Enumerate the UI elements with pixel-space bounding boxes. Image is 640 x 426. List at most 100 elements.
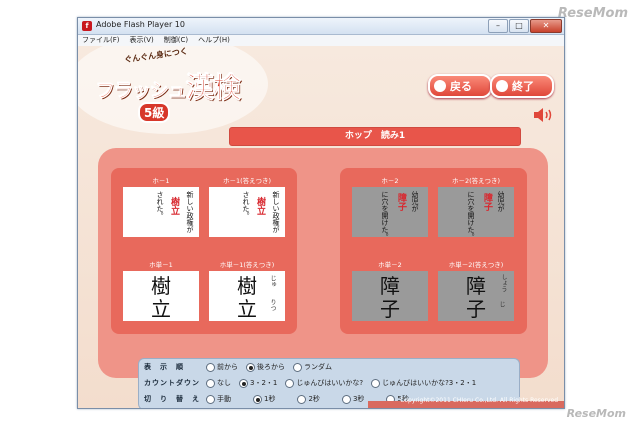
watermark-top: ReseMom	[557, 6, 628, 21]
sentence-post: に穴を開けた。	[467, 191, 475, 237]
sentence-post: された。	[242, 191, 250, 219]
order-option-forward[interactable]: 前から	[206, 362, 238, 372]
sentence-target: 障子	[396, 193, 406, 211]
card-left-word-answer[interactable]: ホ単－1(答えつき) 樹 立 じゅ りつ	[209, 260, 285, 321]
card-face: 樹 立	[123, 271, 199, 321]
card-label: ホ－2	[381, 177, 399, 185]
logo-title: フラッシュ漢検	[96, 66, 242, 106]
radio-selected-icon	[253, 394, 262, 404]
countdown-option-321[interactable]: 3・2・1	[239, 378, 277, 388]
sentence-pre: 新しい政権が	[186, 191, 194, 233]
close-button[interactable]: ✕	[530, 19, 562, 33]
switch-option-3s[interactable]: 3秒	[341, 394, 364, 404]
card-label: ホ単－2	[378, 261, 402, 269]
switch-option-2s[interactable]: 2秒	[297, 394, 320, 404]
title-bar: f Adobe Flash Player 10 – □ ✕	[78, 18, 564, 35]
speaker-icon[interactable]	[533, 107, 555, 123]
option-label: 後ろから	[257, 363, 285, 371]
logo-grade: 5級	[138, 102, 171, 123]
ruby-2: じ	[498, 301, 505, 307]
close-icon	[496, 80, 508, 92]
sentence-target: 樹立	[169, 197, 179, 215]
card-left-word[interactable]: ホ単－1 樹 立	[123, 260, 199, 321]
card-face: 新しい政権が 樹立 された。	[123, 187, 199, 237]
option-label: 手動	[217, 395, 231, 403]
switch-option-1s[interactable]: 1秒	[253, 394, 275, 404]
card-label: ホ－2(答えつき)	[451, 177, 500, 185]
radio-selected-icon	[239, 378, 248, 388]
copyright-text: Copyright©2011 CHIeru Co.,Ltd. All Right…	[400, 397, 558, 404]
radio-icon	[341, 394, 351, 404]
countdown-option-none[interactable]: なし	[206, 378, 231, 388]
card-face: 樹 立 じゅ りつ	[209, 271, 285, 321]
flash-player-window: f Adobe Flash Player 10 – □ ✕ ファイル(F) 表示…	[77, 17, 565, 409]
option-label: 2秒	[308, 395, 320, 403]
menu-file[interactable]: ファイル(F)	[82, 35, 120, 46]
maximize-button[interactable]: □	[509, 19, 529, 33]
countdown-row: カウントダウン なし 3・2・1 じゅんびはいいかな? じゅんびはいいかな?3・…	[144, 376, 484, 390]
card-label: ホ単－1(答えつき)	[219, 261, 275, 269]
window-controls: – □ ✕	[488, 19, 562, 33]
card-label: ホ単－1	[149, 261, 173, 269]
minimize-button[interactable]: –	[488, 19, 508, 33]
menu-view[interactable]: 表示(V)	[130, 35, 154, 46]
option-label: なし	[217, 379, 231, 387]
word-kanji-2: 子	[380, 297, 400, 321]
radio-icon	[206, 378, 215, 388]
option-label: じゅんびはいいかな?	[296, 379, 364, 387]
radio-icon	[293, 362, 302, 372]
ruby-1: しょう	[500, 274, 507, 292]
flash-icon: f	[82, 21, 92, 31]
card-label: ホ－1	[152, 177, 170, 185]
sentence-post: された。	[156, 191, 164, 219]
card-face: 障 子	[352, 271, 428, 321]
menu-control[interactable]: 制御(C)	[164, 35, 188, 46]
sentence-target: 障子	[482, 193, 492, 211]
end-button[interactable]: 終了	[490, 74, 554, 98]
menu-help[interactable]: ヘルプ(H)	[198, 35, 230, 46]
card-right-sentence-answer[interactable]: ホ－2(答えつき) 幼児が 障子 に穴を開けた。	[438, 176, 514, 237]
back-icon	[434, 80, 446, 92]
card-right-word-answer[interactable]: ホ単－2(答えつき) 障 子 しょう じ	[438, 260, 514, 321]
back-button[interactable]: 戻る	[428, 74, 492, 98]
option-label: ランダム	[304, 363, 332, 371]
radio-icon	[371, 378, 381, 388]
ruby-2: りつ	[269, 299, 276, 311]
card-face: 幼児が 障子 に穴を開けた。	[352, 187, 428, 237]
countdown-option-ready[interactable]: じゅんびはいいかな?	[285, 378, 363, 388]
order-option-random[interactable]: ランダム	[293, 362, 332, 372]
logo-title-kanji: 漢検	[186, 71, 242, 105]
order-option-backward[interactable]: 後ろから	[246, 362, 285, 372]
right-card-panel: ホ－2 幼児が 障子 に穴を開けた。 ホ－2(答えつき) 幼児が 障子 に穴を開…	[340, 168, 527, 334]
window-title: Adobe Flash Player 10	[96, 20, 185, 29]
sentence-target: 樹立	[255, 197, 265, 215]
switch-option-manual[interactable]: 手動	[206, 394, 231, 404]
word-kanji-1: 樹	[151, 274, 171, 298]
countdown-label: カウントダウン	[144, 379, 200, 387]
sentence-pre: 新しい政権が	[272, 191, 280, 233]
watermark-bottom: ReseMom	[566, 407, 626, 420]
option-label: 3・2・1	[250, 379, 278, 387]
card-left-sentence-answer[interactable]: ホ－1(答えつき) 新しい政権が 樹立 された。	[209, 176, 285, 237]
left-card-panel: ホ－1 新しい政権が 樹立 された。 ホ－1(答えつき) 新しい政権が 樹立 さ…	[111, 168, 297, 334]
card-right-word[interactable]: ホ単－2 障 子	[352, 260, 428, 321]
radio-selected-icon	[246, 362, 255, 372]
word-kanji-2: 立	[151, 297, 171, 321]
radio-icon	[285, 378, 295, 388]
card-right-sentence[interactable]: ホ－2 幼児が 障子 に穴を開けた。	[352, 176, 428, 237]
switch-label: 切 り 替 え	[144, 395, 200, 403]
sentence-pre: 幼児が	[411, 191, 419, 212]
radio-icon	[297, 394, 307, 404]
back-label: 戻る	[450, 80, 472, 93]
countdown-option-ready-321[interactable]: じゅんびはいいかな?3・2・1	[371, 378, 476, 388]
card-face: 新しい政権が 樹立 された。	[209, 187, 285, 237]
ruby-1: じゅ	[269, 275, 276, 287]
logo-title-kana: フラッシュ	[96, 80, 188, 103]
order-label: 表 示 順	[144, 363, 184, 371]
radio-icon	[206, 394, 215, 404]
radio-icon	[206, 362, 215, 372]
card-left-sentence[interactable]: ホ－1 新しい政権が 樹立 された。	[123, 176, 199, 237]
card-face: 幼児が 障子 に穴を開けた。	[438, 187, 514, 237]
end-label: 終了	[512, 80, 534, 93]
option-label: じゅんびはいいかな?3・2・1	[382, 379, 477, 387]
